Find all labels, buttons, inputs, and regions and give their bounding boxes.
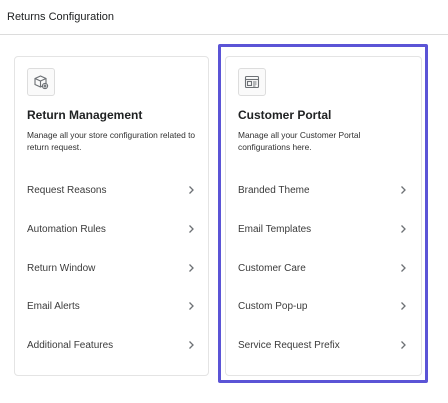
page-header: Returns Configuration bbox=[0, 0, 448, 35]
menu-item-branded-theme[interactable]: Branded Theme bbox=[238, 180, 408, 200]
portal-window-icon bbox=[238, 68, 266, 96]
chevron-right-icon bbox=[398, 301, 408, 311]
menu-item-request-reasons[interactable]: Request Reasons bbox=[27, 180, 196, 200]
menu-item-label: Branded Theme bbox=[238, 184, 310, 196]
chevron-right-icon bbox=[186, 301, 196, 311]
chevron-right-icon bbox=[398, 185, 408, 195]
returns-configuration-page: Returns Configuration Return Management … bbox=[0, 0, 448, 403]
chevron-right-icon bbox=[398, 340, 408, 350]
menu-item-label: Automation Rules bbox=[27, 223, 106, 235]
card-description: Manage all your store configuration rela… bbox=[27, 130, 196, 152]
package-settings-icon bbox=[27, 68, 55, 96]
menu-item-service-request-prefix[interactable]: Service Request Prefix bbox=[238, 335, 408, 355]
menu-item-label: Request Reasons bbox=[27, 184, 107, 196]
menu-item-label: Email Templates bbox=[238, 223, 312, 235]
card-title: Return Management bbox=[27, 108, 143, 122]
menu-item-automation-rules[interactable]: Automation Rules bbox=[27, 219, 196, 239]
menu-item-label: Custom Pop-up bbox=[238, 300, 308, 312]
page-title: Returns Configuration bbox=[7, 11, 115, 23]
menu-item-label: Return Window bbox=[27, 262, 96, 274]
menu-item-label: Additional Features bbox=[27, 339, 114, 351]
menu-item-label: Email Alerts bbox=[27, 300, 80, 312]
chevron-right-icon bbox=[186, 340, 196, 350]
menu-item-label: Customer Care bbox=[238, 262, 306, 274]
chevron-right-icon bbox=[186, 263, 196, 273]
card-title: Customer Portal bbox=[238, 108, 332, 122]
menu-item-email-templates[interactable]: Email Templates bbox=[238, 219, 408, 239]
card-description: Manage all your Customer Portal configur… bbox=[238, 130, 361, 152]
menu-item-email-alerts[interactable]: Email Alerts bbox=[27, 296, 196, 316]
menu-item-customer-care[interactable]: Customer Care bbox=[238, 258, 408, 278]
customer-portal-card[interactable]: Customer Portal Manage all your Customer… bbox=[225, 56, 422, 376]
menu-item-additional-features[interactable]: Additional Features bbox=[27, 335, 196, 355]
chevron-right-icon bbox=[398, 224, 408, 234]
menu-item-custom-popup[interactable]: Custom Pop-up bbox=[238, 296, 408, 316]
menu-item-return-window[interactable]: Return Window bbox=[27, 258, 196, 278]
menu-item-label: Service Request Prefix bbox=[238, 339, 340, 351]
chevron-right-icon bbox=[186, 185, 196, 195]
chevron-right-icon bbox=[398, 263, 408, 273]
return-management-card: Return Management Manage all your store … bbox=[14, 56, 209, 376]
chevron-right-icon bbox=[186, 224, 196, 234]
